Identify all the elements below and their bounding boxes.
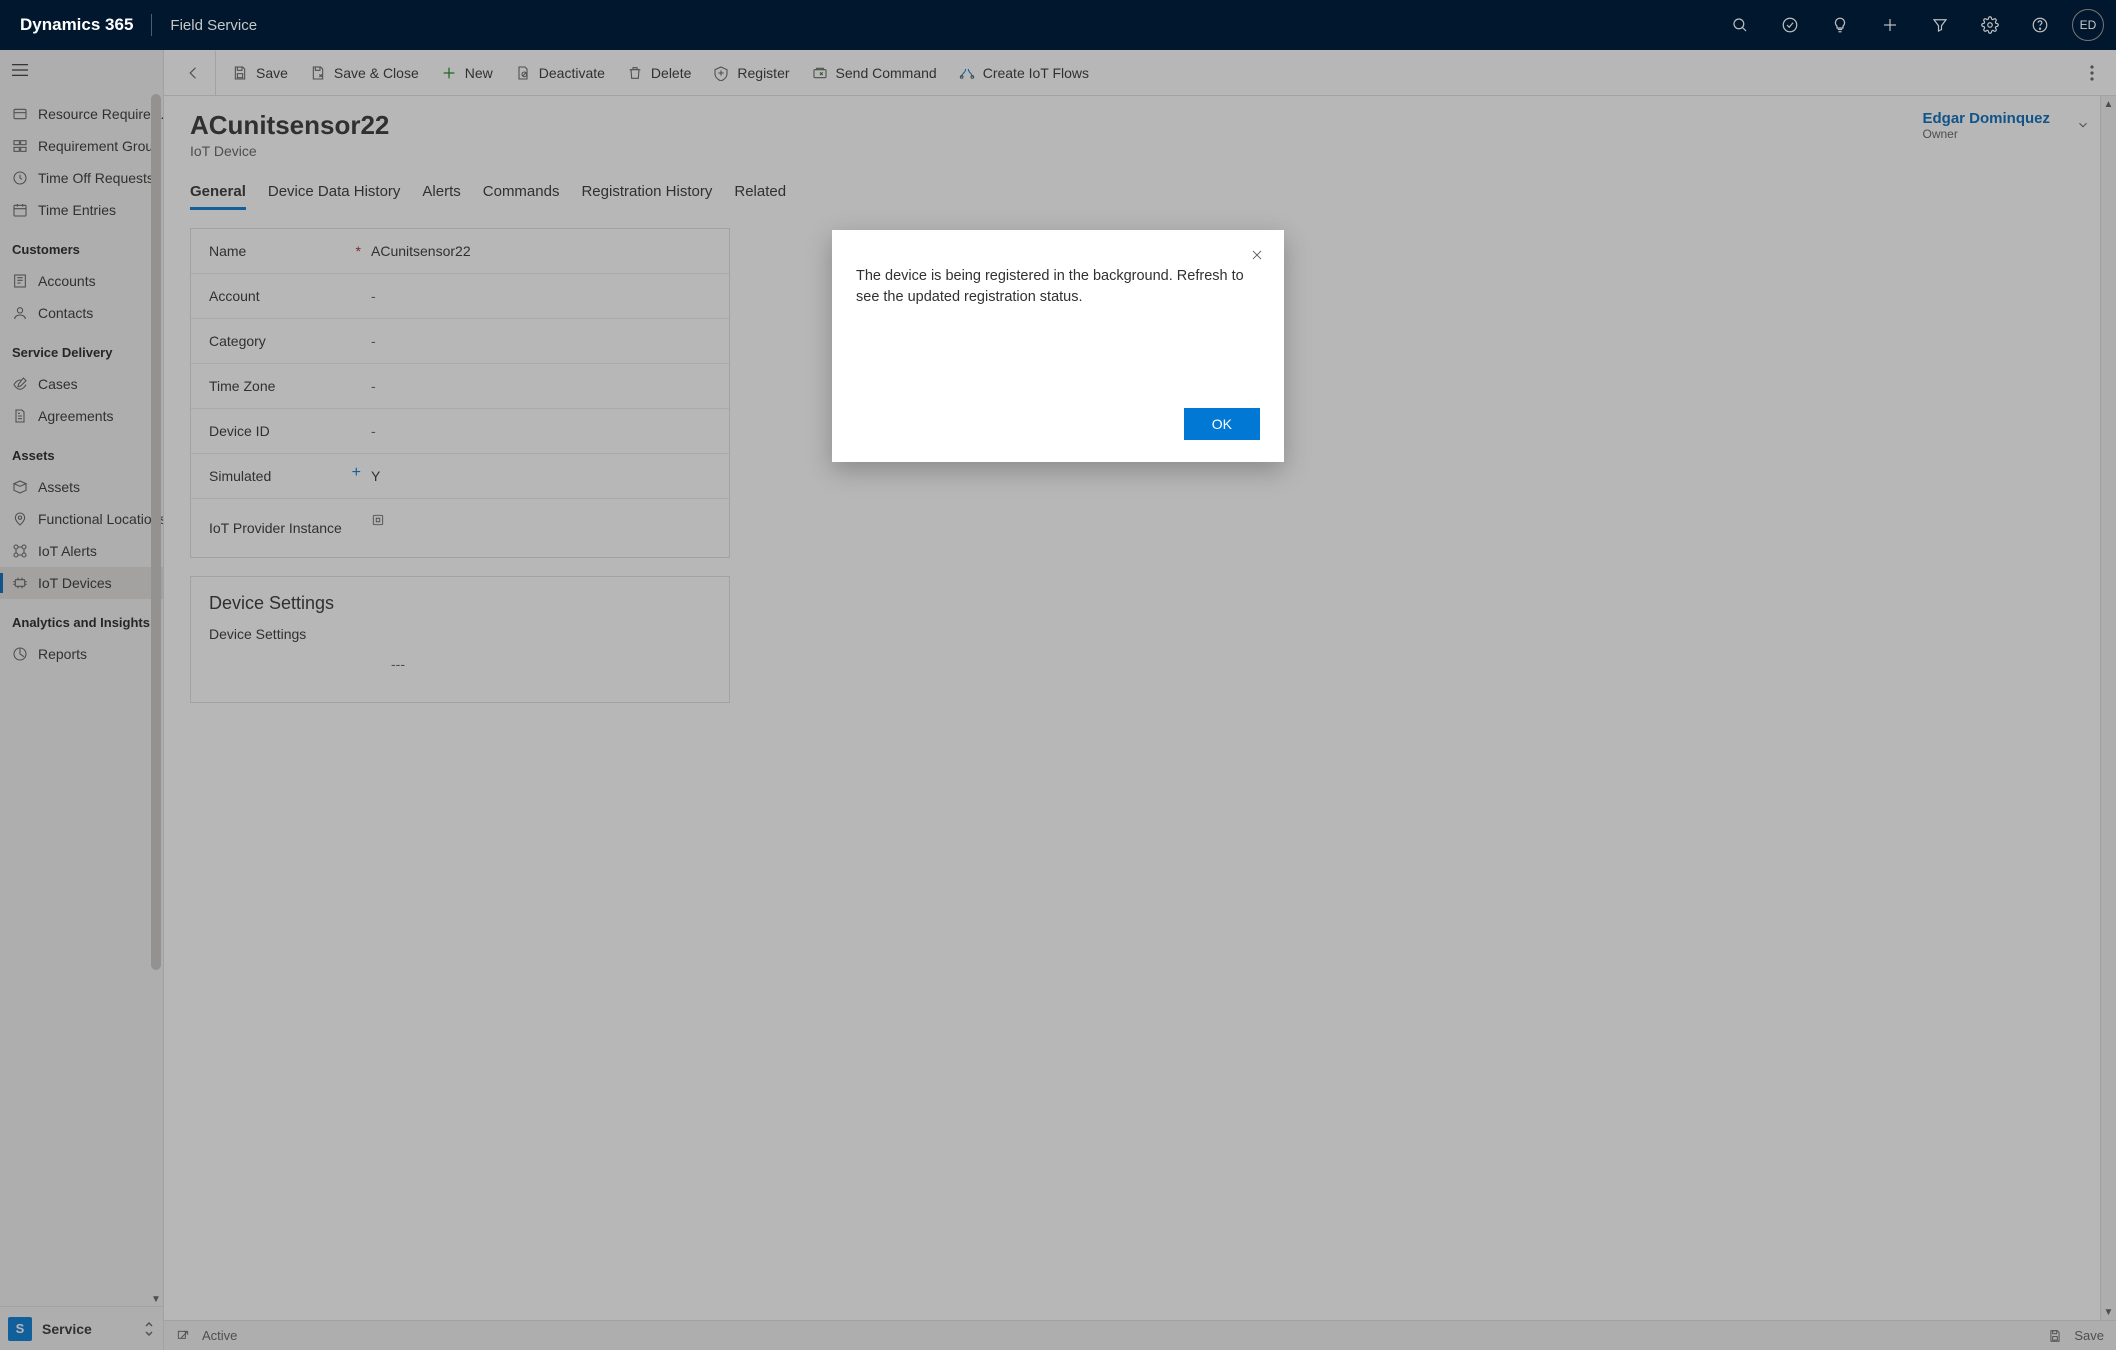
settings-icon[interactable] [1966,1,2014,49]
search-icon[interactable] [1716,1,1764,49]
help-icon[interactable] [2016,1,2064,49]
topbar-divider [151,14,152,36]
add-icon[interactable] [1866,1,1914,49]
topbar-left: Dynamics 365 Field Service [20,14,257,36]
topbar-right: ED [1716,1,2104,49]
lightbulb-icon[interactable] [1816,1,1864,49]
modal-close-button[interactable] [1242,240,1272,270]
modal-overlay: The device is being registered in the ba… [0,50,2116,1350]
topbar: Dynamics 365 Field Service ED [0,0,2116,50]
modal-ok-button[interactable]: OK [1184,408,1260,440]
filter-icon[interactable] [1916,1,1964,49]
avatar[interactable]: ED [2072,9,2104,41]
modal-dialog: The device is being registered in the ba… [832,230,1284,462]
app-name: Field Service [170,17,257,34]
task-icon[interactable] [1766,1,1814,49]
shell: Resource Require…Requirement Grou…Time O… [0,50,2116,1350]
brand: Dynamics 365 [20,15,133,35]
modal-message: The device is being registered in the ba… [856,266,1260,308]
